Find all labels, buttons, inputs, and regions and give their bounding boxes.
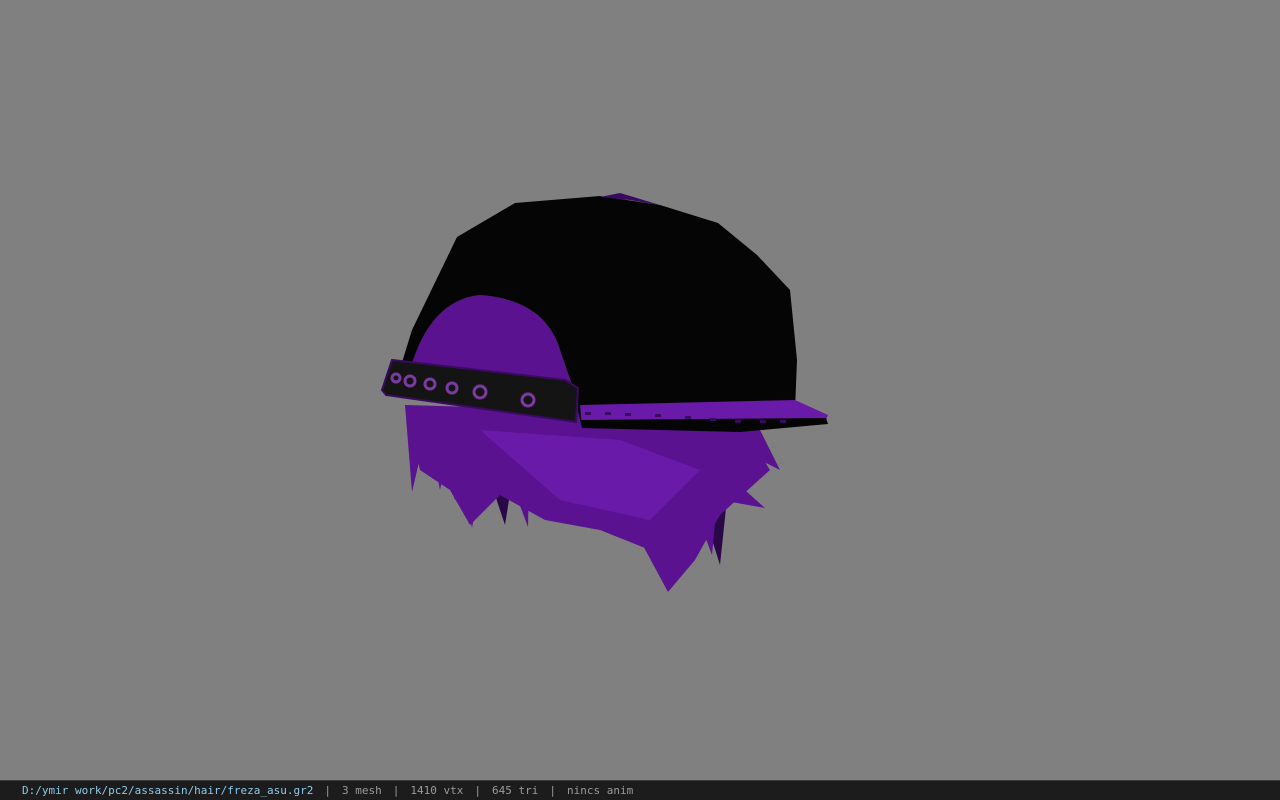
separator: | — [392, 784, 400, 797]
hair-cap-model-icon — [380, 193, 828, 592]
status-bar: D:/ymir work/pc2/assassin/hair/freza_asu… — [0, 780, 1280, 800]
separator: | — [549, 784, 556, 797]
mesh-count: 3 mesh — [342, 784, 382, 797]
separator: | — [474, 784, 482, 797]
animation-status: nincs anim — [567, 784, 634, 797]
vertex-count: 1410 vtx — [410, 784, 464, 797]
3d-viewport[interactable] — [0, 0, 1280, 780]
triangle-count: 645 tri — [492, 784, 539, 797]
file-path: D:/ymir work/pc2/assassin/hair/freza_asu… — [22, 784, 314, 797]
separator: | — [324, 784, 332, 797]
